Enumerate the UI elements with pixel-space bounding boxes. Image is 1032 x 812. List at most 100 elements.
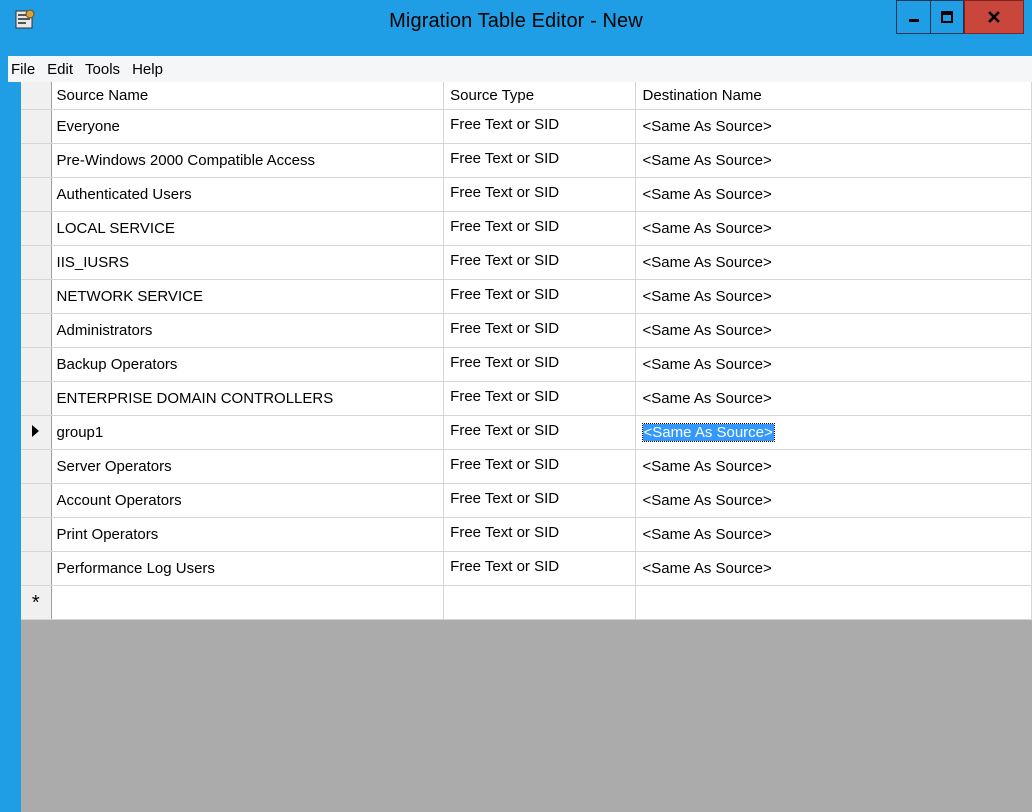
new-row-header[interactable]: *	[21, 585, 52, 620]
cell-destination-name[interactable]: <Same As Source>	[635, 347, 1032, 382]
cell-destination-name[interactable]: <Same As Source>	[635, 245, 1032, 280]
cell-source-type[interactable]: Free Text or SID	[443, 415, 636, 450]
cell-source-name[interactable]: group1	[51, 415, 445, 450]
maximize-button[interactable]	[930, 0, 964, 34]
grid-body: Everyone Free Text or SID <Same As Source>…	[21, 109, 1032, 620]
row-header[interactable]	[21, 381, 52, 416]
table-row[interactable]: Administrators Free Text or SID <Same As S…	[21, 313, 1032, 348]
cell-source-type[interactable]: Free Text or SID	[443, 381, 636, 416]
row-header[interactable]	[21, 517, 52, 552]
cell-destination-name[interactable]: <Same As Source>	[635, 415, 1032, 450]
column-header-source-type[interactable]: Source Type	[443, 82, 636, 110]
cell-destination-name[interactable]: <Same As Source>	[635, 517, 1032, 552]
row-header[interactable]	[21, 245, 52, 280]
migration-table-grid[interactable]: Source Name Source Type Destination Name…	[21, 82, 1032, 620]
minimize-button[interactable]	[896, 0, 930, 34]
row-header[interactable]	[21, 143, 52, 178]
table-row[interactable]: IIS_IUSRS Free Text or SID <Same As Source…	[21, 245, 1032, 280]
cell-source-type[interactable]: Free Text or SID	[443, 245, 636, 280]
title-bar[interactable]: Migration Table Editor - New	[0, 0, 1032, 56]
cell-source-name[interactable]: Backup Operators	[51, 347, 445, 382]
table-row[interactable]: Pre-Windows 2000 Compatible Access Free T…	[21, 143, 1032, 178]
row-header[interactable]	[21, 177, 52, 212]
row-header[interactable]	[21, 347, 52, 382]
cell-destination-name[interactable]: <Same As Source>	[635, 449, 1032, 484]
cell-source-name[interactable]: ENTERPRISE DOMAIN CONTROLLERS	[51, 381, 445, 416]
column-header-destination-name[interactable]: Destination Name	[635, 82, 1032, 110]
close-button[interactable]	[964, 0, 1024, 34]
cell-source-type[interactable]: Free Text or SID	[443, 279, 636, 314]
row-header[interactable]	[21, 415, 52, 450]
close-icon	[988, 11, 1000, 23]
table-row[interactable]: Backup Operators Free Text or SID <Same As…	[21, 347, 1032, 382]
cell-source-name[interactable]: Account Operators	[51, 483, 445, 518]
cell-destination-name[interactable]: <Same As Source>	[635, 177, 1032, 212]
row-header[interactable]	[21, 211, 52, 246]
menu-edit[interactable]: Edit	[41, 61, 79, 78]
cell-destination-name[interactable]: <Same As Source>	[635, 279, 1032, 314]
cell-source-name[interactable]: LOCAL SERVICE	[51, 211, 445, 246]
new-row-source-type[interactable]	[443, 585, 636, 620]
cell-destination-name[interactable]: <Same As Source>	[635, 109, 1032, 144]
table-row[interactable]: ENTERPRISE DOMAIN CONTROLLERS Free Text o…	[21, 381, 1032, 416]
menu-tools[interactable]: Tools	[79, 61, 126, 78]
cell-source-type[interactable]: Free Text or SID	[443, 551, 636, 586]
new-row-destination-name[interactable]	[635, 585, 1032, 620]
cell-source-name[interactable]: Print Operators	[51, 517, 445, 552]
table-row[interactable]: Authenticated Users Free Text or SID <Same…	[21, 177, 1032, 212]
cell-source-type[interactable]: Free Text or SID	[443, 143, 636, 178]
cell-source-type[interactable]: Free Text or SID	[443, 517, 636, 552]
table-row[interactable]: NETWORK SERVICE Free Text or SID <Same As …	[21, 279, 1032, 314]
grid-area[interactable]: Source Name Source Type Destination Name…	[21, 82, 1032, 812]
cell-source-type[interactable]: Free Text or SID	[443, 313, 636, 348]
row-header[interactable]	[21, 109, 52, 144]
new-row[interactable]: *	[21, 585, 1032, 620]
table-row[interactable]: Print Operators Free Text or SID <Same As …	[21, 517, 1032, 552]
cell-destination-name[interactable]: <Same As Source>	[635, 313, 1032, 348]
menu-file[interactable]: File	[11, 61, 41, 78]
maximize-icon	[941, 11, 953, 23]
cell-destination-name[interactable]: <Same As Source>	[635, 551, 1032, 586]
migration-table-editor-window: Migration Table Editor - New File Edit T…	[0, 0, 1032, 812]
cell-source-type[interactable]: Free Text or SID	[443, 211, 636, 246]
window-left-border	[0, 82, 21, 812]
current-row-arrow-icon	[32, 425, 40, 437]
new-row-asterisk-icon: *	[31, 591, 40, 614]
cell-destination-name[interactable]: <Same As Source>	[635, 143, 1032, 178]
cell-source-type[interactable]: Free Text or SID	[443, 347, 636, 382]
row-header[interactable]	[21, 313, 52, 348]
table-row[interactable]: LOCAL SERVICE Free Text or SID <Same As So…	[21, 211, 1032, 246]
table-row[interactable]: group1 Free Text or SID <Same As Source>	[21, 415, 1032, 450]
table-row[interactable]: Account Operators Free Text or SID <Same A…	[21, 483, 1032, 518]
cell-source-name[interactable]: Pre-Windows 2000 Compatible Access	[51, 143, 445, 178]
column-header-source-name[interactable]: Source Name	[51, 82, 445, 110]
cell-source-type[interactable]: Free Text or SID	[443, 177, 636, 212]
row-header-corner[interactable]	[21, 82, 52, 110]
row-header[interactable]	[21, 483, 52, 518]
cell-source-name[interactable]: Everyone	[51, 109, 445, 144]
row-header[interactable]	[21, 279, 52, 314]
selected-cell-text[interactable]: <Same As Source>	[641, 423, 775, 442]
cell-source-name[interactable]: Authenticated Users	[51, 177, 445, 212]
window-title: Migration Table Editor - New	[389, 10, 643, 32]
cell-source-type[interactable]: Free Text or SID	[443, 449, 636, 484]
cell-source-name[interactable]: Performance Log Users	[51, 551, 445, 586]
new-row-source-name[interactable]	[51, 585, 445, 620]
cell-source-name[interactable]: Administrators	[51, 313, 445, 348]
cell-source-type[interactable]: Free Text or SID	[443, 109, 636, 144]
row-header[interactable]	[21, 551, 52, 586]
cell-destination-name[interactable]: <Same As Source>	[635, 211, 1032, 246]
header-row: Source Name Source Type Destination Name	[21, 82, 1032, 110]
row-header[interactable]	[21, 449, 52, 484]
cell-source-type[interactable]: Free Text or SID	[443, 483, 636, 518]
minimize-icon	[908, 19, 919, 22]
table-row[interactable]: Everyone Free Text or SID <Same As Source>	[21, 109, 1032, 144]
cell-source-name[interactable]: NETWORK SERVICE	[51, 279, 445, 314]
cell-destination-name[interactable]: <Same As Source>	[635, 381, 1032, 416]
table-row[interactable]: Server Operators Free Text or SID <Same As…	[21, 449, 1032, 484]
cell-source-name[interactable]: Server Operators	[51, 449, 445, 484]
cell-source-name[interactable]: IIS_IUSRS	[51, 245, 445, 280]
cell-destination-name[interactable]: <Same As Source>	[635, 483, 1032, 518]
menu-help[interactable]: Help	[126, 61, 169, 78]
table-row[interactable]: Performance Log Users Free Text or SID <Sa…	[21, 551, 1032, 586]
